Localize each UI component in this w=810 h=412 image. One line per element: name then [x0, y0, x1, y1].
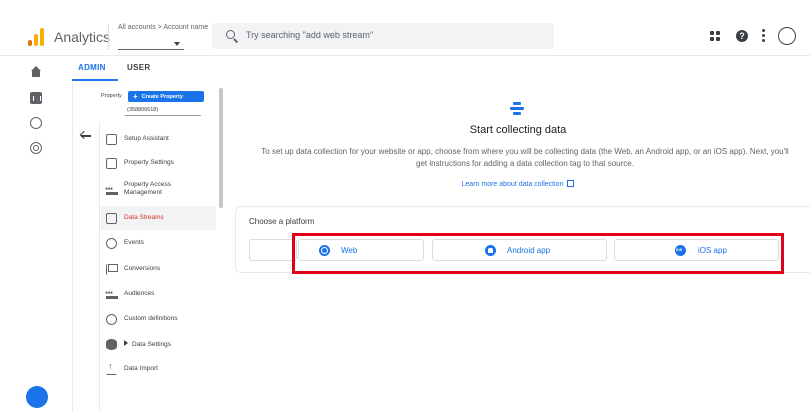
advertising-icon[interactable]	[30, 142, 42, 154]
account-selector-dropdown[interactable]	[118, 38, 184, 50]
platform-label: Choose a platform	[249, 217, 315, 226]
red-highlight-annotation	[292, 233, 784, 274]
help-icon[interactable]: ?	[736, 30, 748, 42]
nav-scrollbar[interactable]	[219, 88, 223, 208]
upload-icon	[106, 361, 117, 375]
nav-item-property-settings[interactable]: Property Settings	[101, 151, 216, 175]
nav-item-conversions[interactable]: Conversions	[101, 257, 216, 281]
left-navigation-rail	[0, 57, 72, 412]
learn-more-link[interactable]: Learn more about data collection	[232, 180, 804, 188]
avatar[interactable]	[778, 27, 796, 45]
nav-item-setup-assistant[interactable]: Setup Assistant	[101, 127, 216, 151]
nav-item-data-settings[interactable]: Data Settings	[101, 332, 216, 356]
apps-grid-icon[interactable]	[710, 31, 720, 41]
admin-user-tabs: ADMIN USER	[72, 57, 810, 81]
settings-page-icon	[106, 158, 117, 169]
nav-item-data-import[interactable]: Data Import	[101, 357, 216, 381]
property-selector-dropdown[interactable]: (358806618)	[125, 106, 201, 116]
search-icon	[226, 30, 235, 39]
data-streams-icon	[510, 100, 524, 116]
home-icon[interactable]	[30, 66, 42, 78]
more-vert-icon[interactable]	[762, 29, 765, 43]
property-label: Property	[101, 93, 122, 99]
database-icon	[106, 339, 117, 350]
nav-item-audiences[interactable]: Audiences	[101, 282, 216, 306]
streams-icon	[106, 213, 117, 224]
audience-icon	[105, 289, 118, 300]
active-tab-indicator	[72, 79, 118, 81]
page-description: To set up data collection for your websi…	[261, 147, 789, 168]
nav-item-custom-definitions[interactable]: Custom definitions	[101, 307, 216, 331]
shapes-icon	[106, 314, 117, 325]
search-input[interactable]: Try searching "add web stream"	[246, 30, 373, 40]
account-breadcrumb[interactable]: All accounts > Account name	[118, 24, 208, 31]
tab-admin[interactable]: ADMIN	[78, 63, 106, 72]
explore-icon[interactable]	[30, 117, 42, 129]
platform-button-blank	[249, 239, 297, 261]
touch-icon	[106, 238, 117, 249]
nav-divider	[99, 122, 100, 412]
open-in-new-icon	[567, 180, 575, 187]
create-property-button[interactable]: + Create Property	[128, 91, 204, 102]
app-title: Analytics	[54, 29, 111, 45]
tab-user[interactable]: USER	[127, 63, 150, 72]
checkbox-icon	[106, 134, 117, 145]
back-arrow-icon[interactable]	[80, 130, 91, 141]
page-title: Start collecting data	[469, 124, 567, 136]
analytics-logo-icon[interactable]	[28, 28, 46, 46]
property-admin-nav: Property + Create Property (358806618) Se…	[72, 82, 228, 412]
chevron-down-icon	[174, 42, 180, 46]
header-divider	[108, 24, 109, 50]
people-icon	[105, 185, 118, 196]
search-bar[interactable]: Try searching "add web stream"	[212, 23, 554, 49]
selected-property-id: (358806618)	[127, 107, 159, 113]
chevron-right-icon	[124, 340, 128, 346]
nav-item-property-access-management[interactable]: Property Access Management	[101, 178, 216, 204]
nav-item-data-streams[interactable]: Data Streams	[101, 206, 216, 230]
nav-item-events[interactable]: Events	[101, 231, 216, 255]
top-app-bar: Analytics All accounts > Account name Tr…	[0, 18, 810, 56]
reports-icon[interactable]	[30, 92, 42, 104]
settings-icon[interactable]	[26, 386, 48, 408]
flag-icon	[106, 264, 118, 275]
